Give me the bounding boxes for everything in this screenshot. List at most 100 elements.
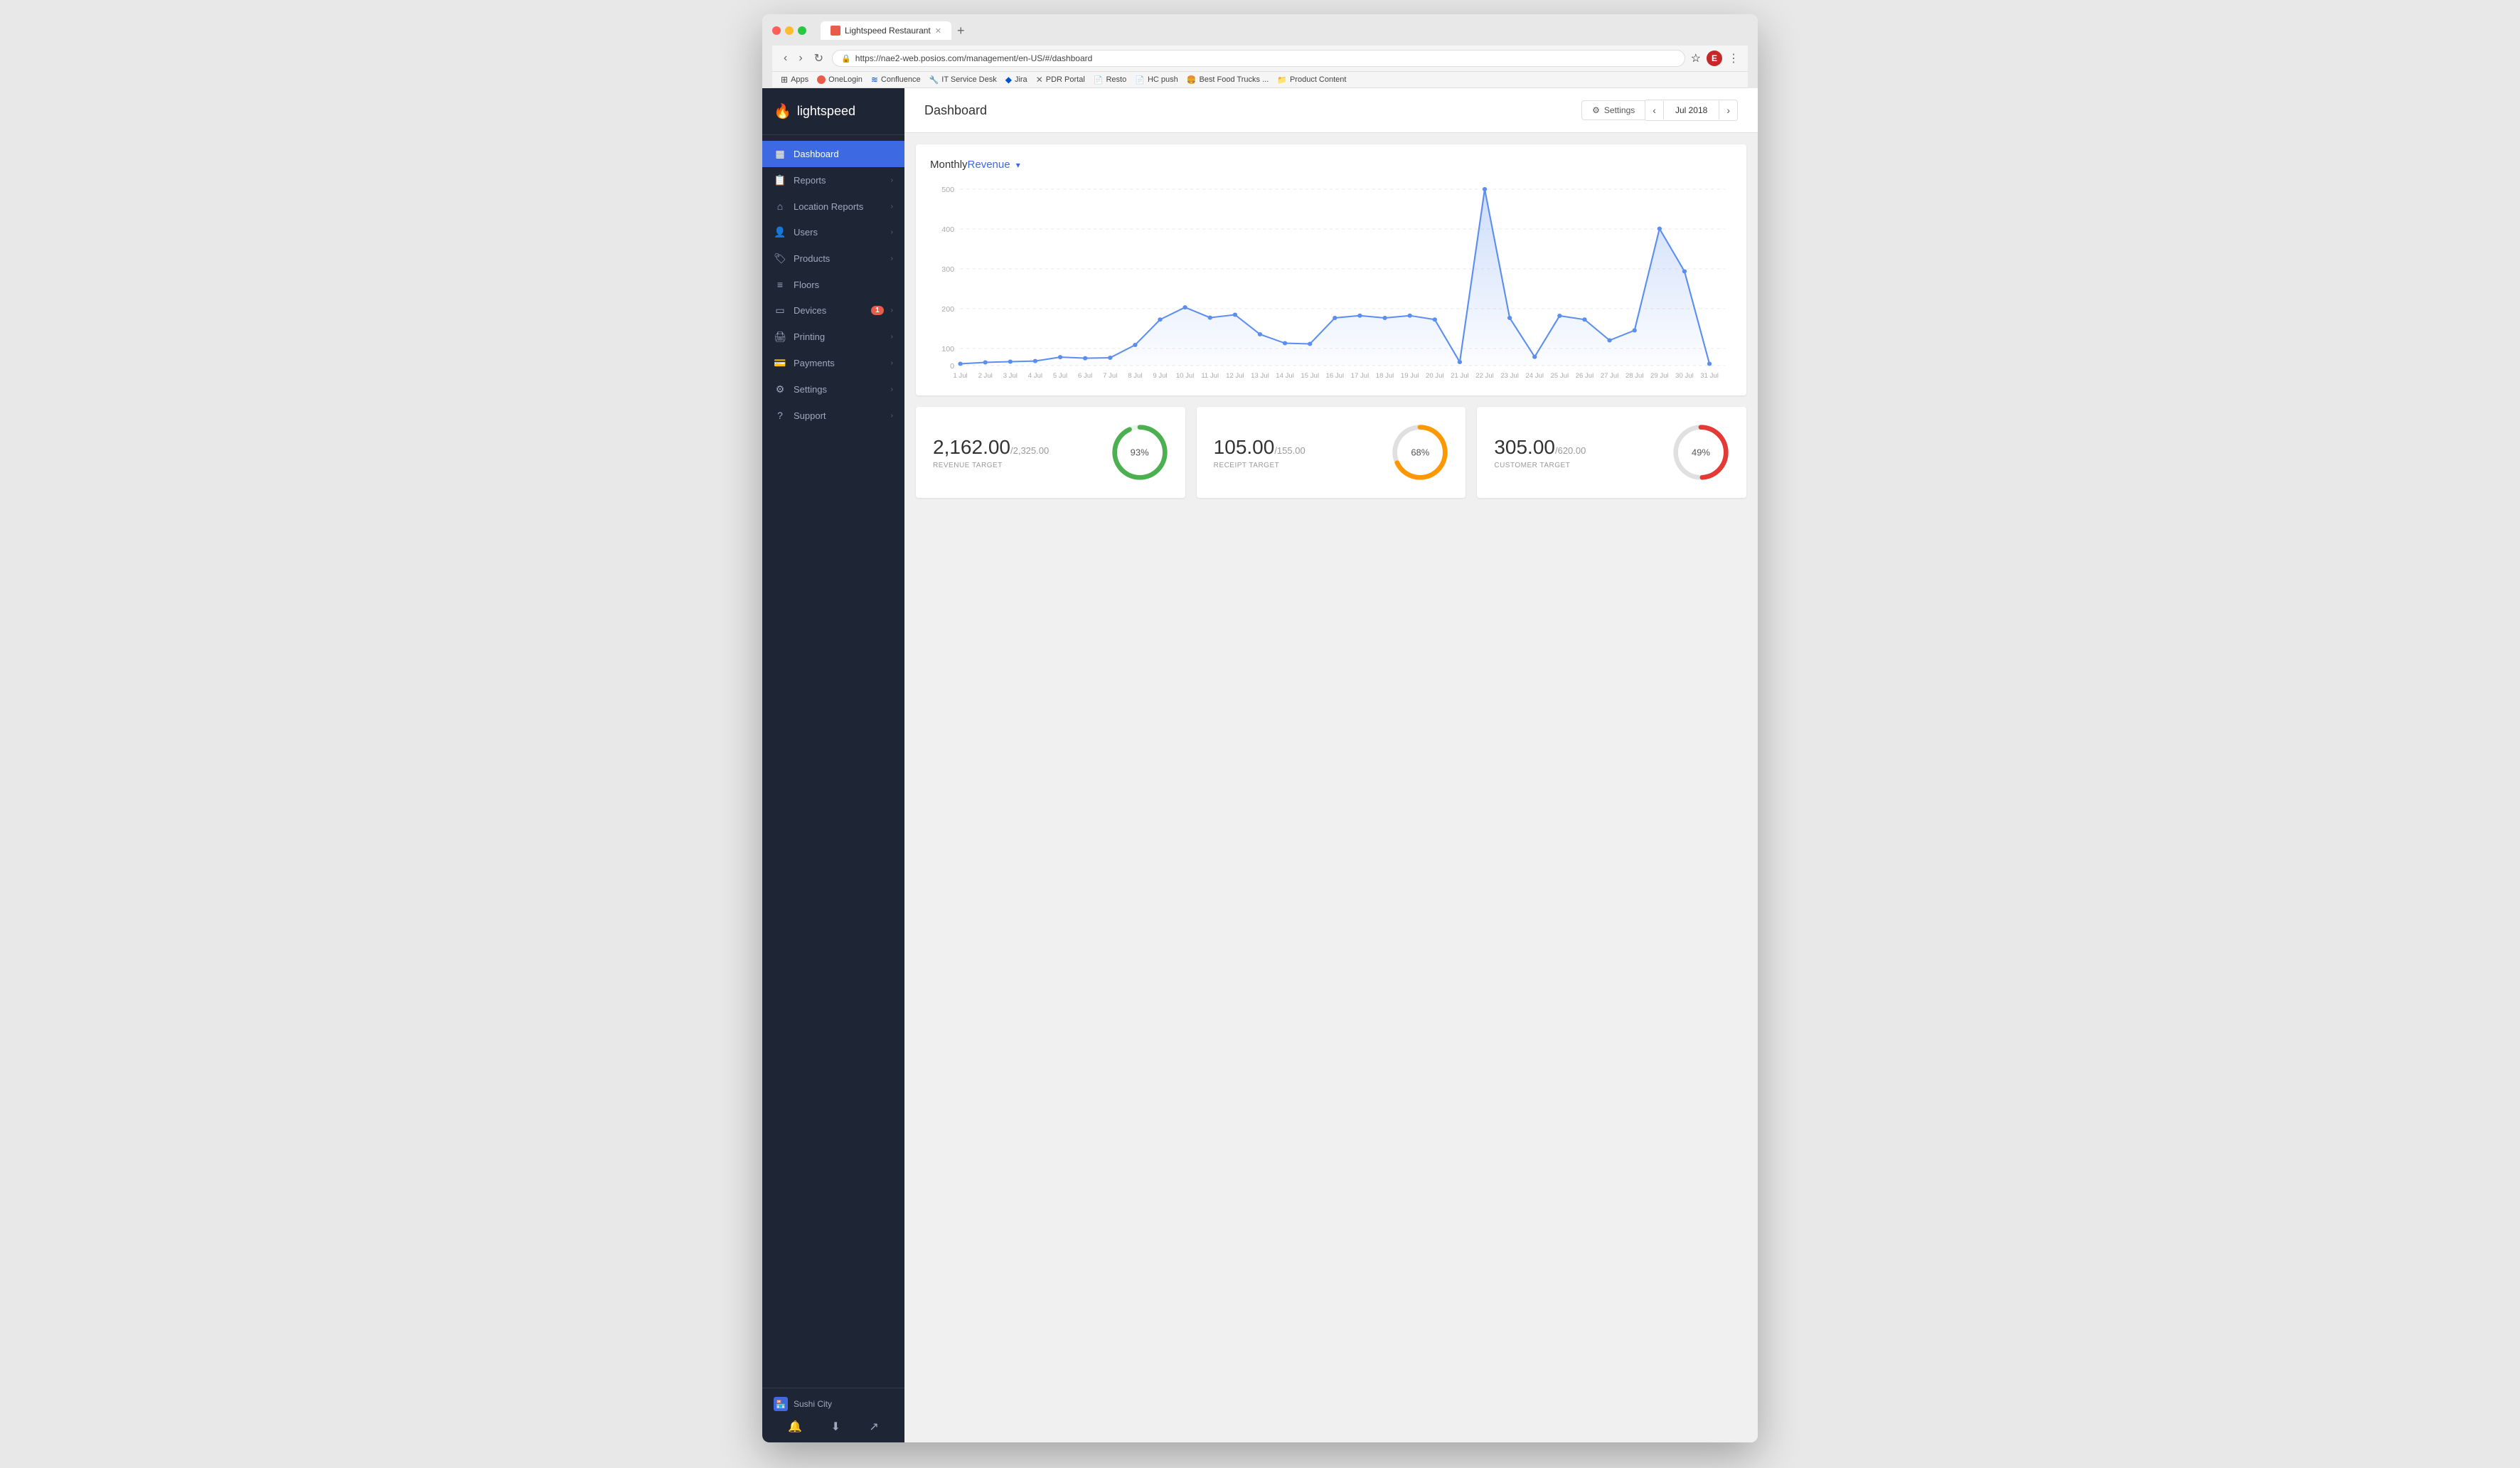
svg-text:500: 500 [941, 186, 954, 194]
svg-text:12 Jul: 12 Jul [1226, 372, 1244, 379]
sidebar-item-settings[interactable]: ⚙ Settings › [762, 376, 904, 403]
tag-icon: 🏷 [774, 252, 786, 265]
clipboard-icon: 📋 [774, 174, 786, 186]
revenue-target: /2,325.00 [1010, 445, 1049, 456]
revenue-donut: 93% [1111, 424, 1168, 481]
svg-text:6 Jul: 6 Jul [1078, 372, 1092, 379]
notification-bell-icon[interactable]: 🔔 [788, 1420, 802, 1434]
back-button[interactable]: ‹ [781, 50, 790, 66]
download-icon[interactable]: ⬇ [831, 1420, 840, 1434]
page-title: Dashboard [924, 103, 987, 118]
tab-favicon [831, 26, 840, 36]
sidebar-item-devices-label: Devices [794, 305, 864, 316]
chart-container: 500 400 300 200 100 0 [930, 182, 1732, 381]
bookmark-jira-label: Jira [1015, 75, 1027, 84]
bookmark-resto[interactable]: 📄 Resto [1094, 75, 1126, 85]
svg-text:11 Jul: 11 Jul [1201, 372, 1219, 379]
svg-text:16 Jul: 16 Jul [1326, 372, 1345, 379]
app-layout: 🔥 lightspeed ▦ Dashboard 📋 Reports › ⌂ [762, 88, 1758, 1442]
prev-month-button[interactable]: ‹ [1645, 100, 1663, 120]
close-button[interactable] [772, 26, 781, 35]
new-tab-button[interactable]: + [954, 23, 968, 38]
sidebar-item-dashboard[interactable]: ▦ Dashboard [762, 141, 904, 167]
bookmark-onelogin[interactable]: OneLogin [817, 75, 863, 84]
chevron-right-icon-3: › [891, 228, 893, 236]
revenue-label: REVENUE TARGET [933, 462, 1049, 469]
sidebar-item-floors[interactable]: ≡ Floors [762, 272, 904, 297]
chevron-right-icon-5: › [891, 307, 893, 314]
bookmark-confluence[interactable]: ≋ Confluence [871, 75, 921, 85]
bookmark-pdr-label: PDR Portal [1046, 75, 1085, 84]
bookmark-it-service-desk[interactable]: 🔧 IT Service Desk [929, 75, 997, 85]
svg-text:9 Jul: 9 Jul [1153, 372, 1167, 379]
chart-title-dynamic: Revenue [968, 159, 1010, 171]
sidebar-item-dashboard-label: Dashboard [794, 149, 893, 159]
bookmark-hc-push[interactable]: 📄 HC push [1135, 75, 1178, 85]
footer-icons: 🔔 ⬇ ↗ [774, 1420, 893, 1434]
svg-text:28 Jul: 28 Jul [1625, 372, 1644, 379]
browser-window: Lightspeed Restaurant ✕ + ‹ › ↻ 🔒 https:… [762, 14, 1758, 1442]
next-month-button[interactable]: › [1719, 100, 1737, 120]
svg-text:30 Jul: 30 Jul [1675, 372, 1694, 379]
svg-text:400: 400 [941, 226, 954, 234]
layers-icon: ≡ [774, 279, 786, 290]
reload-button[interactable]: ↻ [811, 50, 826, 67]
tab-close-icon[interactable]: ✕ [935, 26, 941, 36]
month-label: Jul 2018 [1663, 101, 1719, 119]
chevron-right-icon-2: › [891, 203, 893, 211]
active-tab[interactable]: Lightspeed Restaurant ✕ [821, 21, 951, 40]
settings-gear-icon: ⚙ [1592, 105, 1600, 115]
profile-icon[interactable]: E [1707, 50, 1722, 66]
sidebar-item-payments[interactable]: 💳 Payments › [762, 350, 904, 376]
bookmark-pdr[interactable]: ✕ PDR Portal [1036, 75, 1085, 85]
bookmark-product-content[interactable]: 📁 Product Content [1277, 75, 1346, 85]
chart-title: MonthlyRevenue ▾ [930, 159, 1732, 171]
sidebar-item-support[interactable]: ? Support › [762, 403, 904, 428]
address-bar[interactable]: 🔒 https://nae2-web.posios.com/management… [832, 50, 1685, 67]
share-icon[interactable]: ↗ [869, 1420, 878, 1434]
dropdown-icon[interactable]: ▾ [1016, 160, 1020, 170]
bookmarks-bar: ⊞ Apps OneLogin ≋ Confluence 🔧 IT Servic… [772, 72, 1748, 88]
receipt-kpi-card: 105.00/155.00 RECEIPT TARGET 68% [1197, 407, 1466, 498]
location-name: Sushi City [794, 1399, 832, 1409]
bookmark-best-food[interactable]: 🍔 Best Food Trucks ... [1187, 75, 1269, 85]
sidebar-item-payments-label: Payments [794, 358, 884, 368]
chevron-right-icon: › [891, 176, 893, 184]
bookmark-apps[interactable]: ⊞ Apps [781, 75, 808, 85]
chevron-right-icon-4: › [891, 255, 893, 262]
receipt-value: 105.00/155.00 [1214, 436, 1306, 459]
svg-text:2 Jul: 2 Jul [978, 372, 993, 379]
sidebar-item-support-label: Support [794, 410, 884, 421]
sidebar-item-printing[interactable]: 🖨 Printing › [762, 324, 904, 350]
minimize-button[interactable] [785, 26, 794, 35]
traffic-lights [772, 26, 806, 35]
chevron-right-icon-9: › [891, 412, 893, 420]
page-header: Dashboard ⚙ Settings ‹ Jul 2018 › [904, 88, 1758, 133]
sidebar-item-location-reports[interactable]: ⌂ Location Reports › [762, 193, 904, 219]
revenue-chart-svg: 500 400 300 200 100 0 [930, 182, 1732, 381]
receipt-label: RECEIPT TARGET [1214, 462, 1306, 469]
customer-target: /620.00 [1555, 445, 1586, 456]
location-row[interactable]: 🏪 Sushi City [774, 1397, 893, 1411]
sidebar-item-products[interactable]: 🏷 Products › [762, 245, 904, 272]
menu-icon[interactable]: ⋮ [1728, 51, 1739, 65]
sidebar-item-reports[interactable]: 📋 Reports › [762, 167, 904, 193]
sidebar-item-settings-label: Settings [794, 384, 884, 395]
svg-text:23 Jul: 23 Jul [1500, 372, 1519, 379]
svg-text:13 Jul: 13 Jul [1251, 372, 1269, 379]
sidebar-item-devices[interactable]: ▭ Devices 1 › [762, 297, 904, 324]
maximize-button[interactable] [798, 26, 806, 35]
settings-button[interactable]: ⚙ Settings [1581, 100, 1645, 120]
bookmark-star-icon[interactable]: ☆ [1691, 51, 1701, 65]
svg-text:7 Jul: 7 Jul [1103, 372, 1117, 379]
revenue-kpi-card: 2,162.00/2,325.00 REVENUE TARGET 93% [916, 407, 1185, 498]
home-icon: ⌂ [774, 201, 786, 212]
sidebar-item-users[interactable]: 👤 Users › [762, 219, 904, 245]
bookmark-confluence-label: Confluence [881, 75, 921, 84]
bookmark-jira[interactable]: ◆ Jira [1005, 75, 1027, 85]
bar-chart-icon: ▦ [774, 148, 786, 160]
credit-card-icon: 💳 [774, 357, 786, 369]
chevron-right-icon-7: › [891, 359, 893, 367]
sidebar-item-users-label: Users [794, 227, 884, 238]
forward-button[interactable]: › [796, 50, 805, 66]
